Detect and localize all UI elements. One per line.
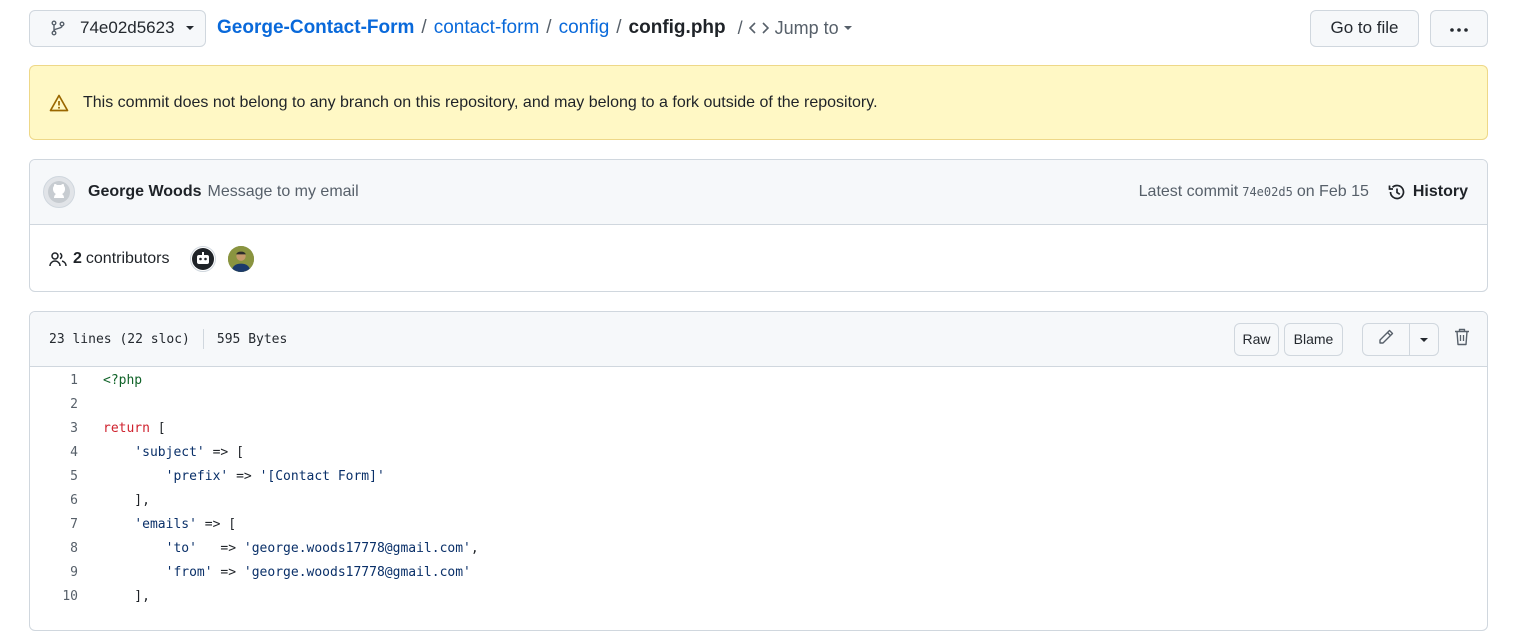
breadcrumb-dir-link[interactable]: config [559,17,610,39]
breadcrumb-separator: / [737,17,743,38]
line-content: 'emails' => [ [134,516,237,532]
blame-button[interactable]: Blame [1284,322,1343,356]
commit-date: on Feb 15 [1296,183,1369,200]
latest-commit-box: George Woods Message to my email Latest … [29,159,1488,292]
pencil-icon [1377,328,1395,350]
breadcrumb-separator: / [546,17,552,38]
commit-author[interactable]: George Woods [88,183,202,201]
divider [202,329,204,349]
line-content: ], [103,492,150,508]
triangle-down-icon [843,25,853,31]
git-branch-icon [50,20,66,36]
branch-select-button[interactable]: 74e02d5623 [29,9,206,47]
line-content: <?php [103,372,143,388]
line-number[interactable]: 3 [30,421,78,436]
code-line: 2 [30,392,1487,416]
raw-button[interactable]: Raw [1234,322,1279,356]
code-line: 8 'to' => 'george.woods17778@gmail.com', [30,536,1487,560]
jump-to-label: Jump to [774,17,839,38]
code-line: 6 ], [30,488,1487,512]
line-content: 'from' => 'george.woods17778@gmail.com' [165,564,471,580]
more-options-button[interactable] [1430,9,1488,47]
contributor-avatar-bot[interactable] [189,245,216,272]
latest-commit-row: George Woods Message to my email Latest … [30,160,1487,225]
branch-label: 74e02d5623 [80,18,175,37]
fork-warning-text: This commit does not belong to any branc… [83,93,878,111]
line-number[interactable]: 8 [30,541,78,556]
contributors-label[interactable]: contributors [86,250,170,268]
code-line: 1 <?php [30,368,1487,392]
latest-commit-info: Latest commit 74e02d5 on Feb 15 [1139,183,1369,201]
triangle-down-icon [1419,332,1429,347]
line-number[interactable]: 5 [30,469,78,484]
line-content: 'subject' => [ [134,444,244,460]
code-line: 4 'subject' => [ [30,440,1487,464]
breadcrumb-repo-link[interactable]: George-Contact-Form [217,17,414,39]
commit-message[interactable]: Message to my email [208,183,359,201]
breadcrumb-separator: / [616,17,622,38]
breadcrumb-separator: / [421,17,427,38]
breadcrumb-dir-link[interactable]: contact-form [434,17,540,39]
file-header: 23 lines (22 sloc) 595 Bytes Raw Blame [30,312,1487,367]
breadcrumb-file-name: config.php [628,17,726,38]
line-number[interactable]: 4 [30,445,78,460]
line-number[interactable]: 2 [30,397,78,412]
code-line: 5 'prefix' => '[Contact Form]' [30,464,1487,488]
trash-icon [1453,327,1471,351]
triangle-down-icon [185,25,195,31]
contributors-count[interactable]: 2 [73,250,82,268]
breadcrumb: George-Contact-Form / contact-form / con… [217,17,726,39]
commit-sha-link[interactable]: 74e02d5 [1242,185,1293,199]
latest-commit-label: Latest commit [1138,183,1239,200]
line-number[interactable]: 6 [30,493,78,508]
edit-file-button[interactable] [1363,323,1410,355]
file-navigation: 74e02d5623 George-Contact-Form / contact… [29,9,1488,47]
jump-to-button[interactable]: / Jump to [738,18,853,39]
code-icon [748,21,769,35]
line-number[interactable]: 10 [30,589,78,604]
fork-warning-banner: This commit does not belong to any branc… [29,65,1488,140]
code-line: 10 ], [30,584,1487,608]
edit-button-group [1362,322,1439,356]
people-icon [49,251,67,267]
author-avatar[interactable] [43,176,75,208]
history-label: History [1412,183,1468,200]
code-line: 9 'from' => 'george.woods17778@gmail.com… [30,560,1487,584]
line-content: 'prefix' => '[Contact Form]' [165,468,385,484]
line-number[interactable]: 9 [30,565,78,580]
delete-file-button[interactable] [1453,327,1471,351]
history-icon [1387,182,1407,202]
go-to-file-button[interactable]: Go to file [1310,9,1419,47]
alert-icon [49,94,69,112]
edit-options-dropdown[interactable] [1410,324,1438,355]
line-content: ], [103,588,150,604]
history-link[interactable]: History [1387,182,1468,202]
file-lines-info: 23 lines (22 sloc) [49,331,190,347]
code-view: 1 <?php 2 3 return [ 4 'subject' => [ 5 … [30,367,1487,608]
line-number[interactable]: 7 [30,517,78,532]
file-viewer: 23 lines (22 sloc) 595 Bytes Raw Blame 1… [29,311,1488,631]
contributors-row: 2 contributors [30,225,1487,291]
code-line: 3 return [ [30,416,1487,440]
line-number[interactable]: 1 [30,373,78,388]
contributor-avatar-user[interactable] [227,245,254,272]
kebab-horizontal-icon [1449,20,1469,36]
line-content: 'to' => 'george.woods17778@gmail.com', [165,540,479,556]
code-line: 7 'emails' => [ [30,512,1487,536]
line-content: return [ [103,420,166,436]
file-size: 595 Bytes [216,331,288,347]
